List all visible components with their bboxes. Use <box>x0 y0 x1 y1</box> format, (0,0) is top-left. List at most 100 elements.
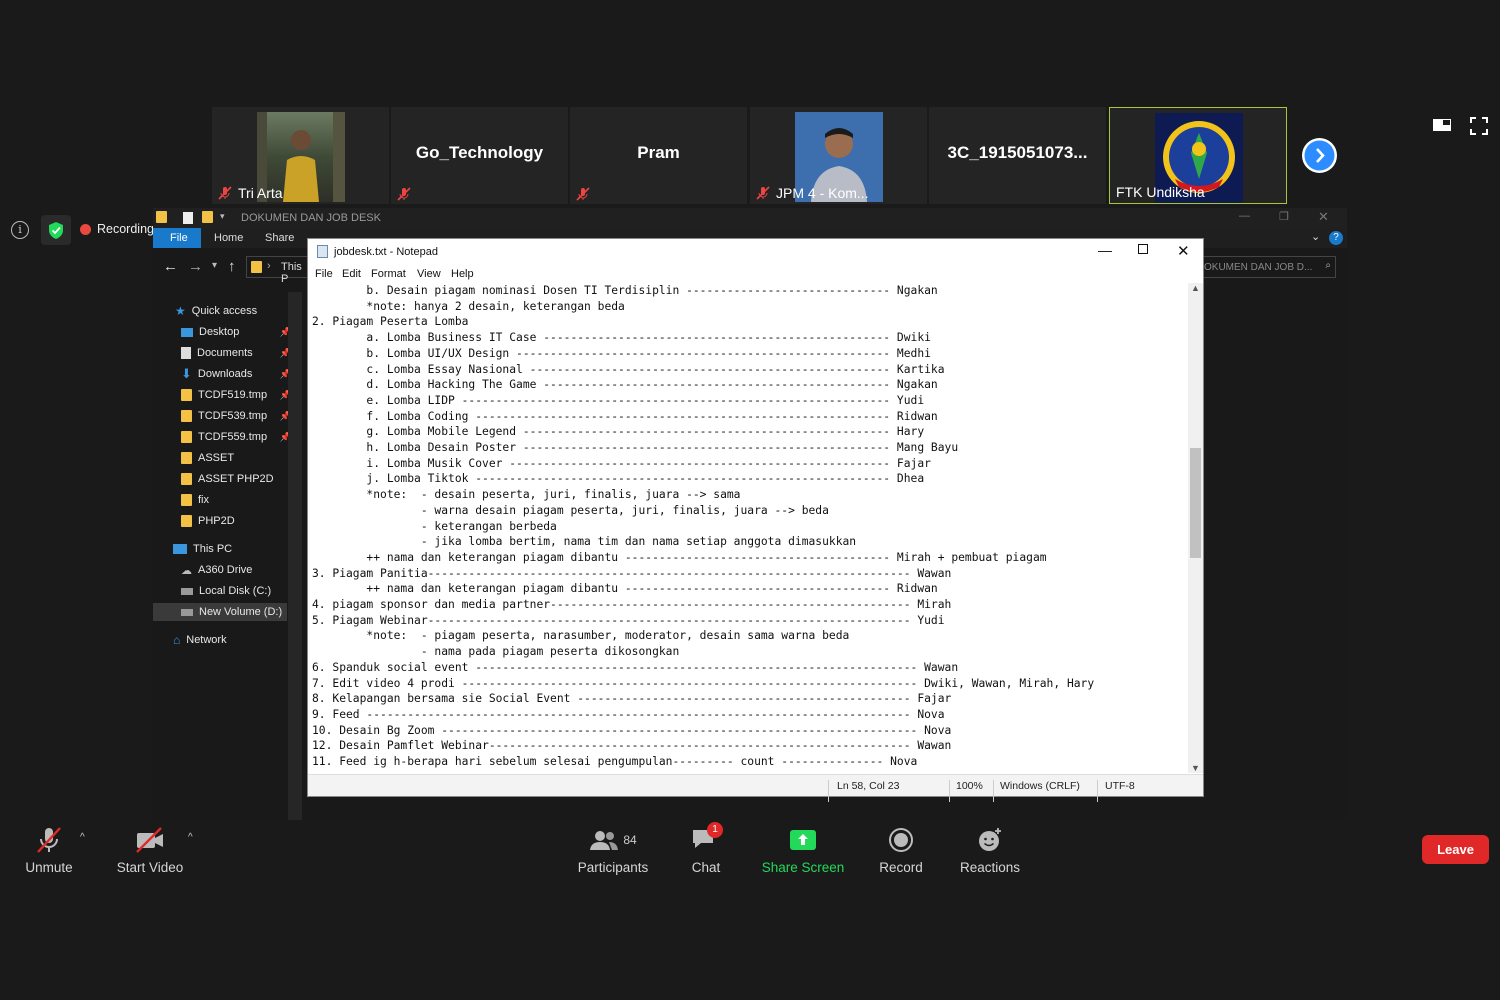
gallery-view-icon[interactable] <box>1432 117 1452 133</box>
start-video-button[interactable]: Start Video <box>112 826 188 875</box>
participant-name <box>576 187 590 201</box>
nav-item[interactable]: PHP2D <box>181 512 293 530</box>
back-arrow-icon[interactable]: ← <box>163 258 178 275</box>
text-line: - nama pada piagam peserta dikosongkan <box>312 645 680 659</box>
next-page-button[interactable] <box>1302 138 1337 173</box>
network-icon: ⌂ <box>173 633 181 647</box>
scroll-down-icon[interactable]: ▼ <box>1191 763 1200 773</box>
share-screen-icon <box>790 830 816 850</box>
reactions-icon <box>979 828 1001 851</box>
nav-item[interactable]: fix <box>181 491 293 509</box>
audio-options-caret-icon[interactable]: ^ <box>80 832 85 843</box>
ribbon-expand-icon[interactable]: ⌄ <box>1311 230 1320 243</box>
nav-item[interactable]: TCDF559.tmp 📌 <box>181 428 293 446</box>
forward-arrow-icon[interactable]: → <box>188 258 203 275</box>
address-bar[interactable]: › This P <box>246 256 308 285</box>
notepad-text-area[interactable]: b. Desain piagam nominasi Dosen TI Terdi… <box>312 283 1188 773</box>
close-button[interactable]: ✕ <box>1177 242 1190 260</box>
vertical-scrollbar[interactable]: ▲ ▼ <box>1188 283 1203 773</box>
nav-drive[interactable]: ☁ A360 Drive <box>181 561 293 579</box>
muted-mic-icon <box>218 186 232 200</box>
chat-badge: 1 <box>707 822 723 838</box>
participant-name-large: 3C_1915051073... <box>947 143 1088 162</box>
share-screen-button[interactable]: Share Screen <box>762 826 844 875</box>
text-line: *note: - piagam peserta, narasumber, mod… <box>312 629 850 643</box>
participant-name: JPM 4 - Kom... <box>756 185 869 201</box>
minimize-icon[interactable]: — <box>1239 210 1250 222</box>
nav-item[interactable]: ⬇ Downloads 📌 <box>181 365 293 383</box>
nav-item[interactable]: ASSET <box>181 449 293 467</box>
nav-drive-selected[interactable]: New Volume (D:) <box>153 603 287 621</box>
text-line: a. Lomba Business IT Case --------------… <box>312 331 931 345</box>
participant-tile[interactable]: 3C_1915051073... <box>929 107 1106 204</box>
text-line: - warna desain piagam peserta, juri, fin… <box>312 503 829 517</box>
search-box[interactable]: OKUMEN DAN JOB D... ⌕ <box>1203 256 1336 278</box>
muted-mic-icon <box>576 187 590 201</box>
video-options-caret-icon[interactable]: ^ <box>188 832 193 843</box>
text-line: g. Lomba Mobile Legend -----------------… <box>312 425 925 439</box>
participant-name-large: Go_Technology <box>415 143 544 162</box>
text-line: 7. Edit video 4 prodi ------------------… <box>312 676 1095 690</box>
nav-network[interactable]: ⌂ Network <box>173 631 285 649</box>
folder-icon <box>181 515 192 527</box>
text-line: b. Desain piagam nominasi Dosen TI Terdi… <box>312 284 938 297</box>
reactions-button[interactable]: Reactions <box>958 826 1022 875</box>
recording-indicator[interactable]: Recording <box>80 222 154 236</box>
notepad-menubar: File Edit Format View Help <box>308 265 1203 283</box>
text-line: ++ nama dan keterangan piagam dibantu --… <box>312 550 1047 564</box>
meeting-info-icon[interactable]: i <box>11 221 29 239</box>
ribbon-tab-file[interactable]: File <box>153 228 201 248</box>
up-arrow-icon[interactable]: ↑ <box>228 258 236 275</box>
recent-locations-icon[interactable]: ▾ <box>212 260 217 271</box>
chat-button[interactable]: 1 Chat <box>685 822 727 875</box>
ribbon-tab-share[interactable]: Share <box>265 232 294 244</box>
line-ending: Windows (CRLF) <box>1000 780 1080 792</box>
text-line: h. Lomba Desain Poster -----------------… <box>312 441 959 455</box>
nav-item[interactable]: Desktop 📌 <box>181 323 293 341</box>
restore-icon[interactable]: ❐ <box>1279 210 1289 223</box>
participant-tile[interactable]: Go_Technology <box>391 107 568 204</box>
text-line: 11. Feed ig h-berapa hari sebelum selesa… <box>312 755 918 769</box>
participants-button[interactable]: 84 Participants <box>574 826 652 875</box>
nav-item[interactable]: Documents 📌 <box>181 344 293 362</box>
text-line: 12. Desain Pamflet Webinar--------------… <box>312 739 952 753</box>
nav-this-pc[interactable]: This PC <box>173 540 285 558</box>
unmute-button[interactable]: Unmute <box>18 826 80 875</box>
participant-tile-active[interactable]: FTK Undiksha <box>1109 107 1287 204</box>
nav-item[interactable]: TCDF519.tmp 📌 <box>181 386 293 404</box>
folder-icon <box>181 389 192 401</box>
folder-icon <box>156 211 167 223</box>
ribbon-tab-home[interactable]: Home <box>214 232 243 244</box>
text-line: 3. Piagam Panitia-----------------------… <box>312 566 952 580</box>
menu-file[interactable]: File <box>315 268 333 280</box>
participants-icon <box>590 831 619 850</box>
menu-format[interactable]: Format <box>371 268 406 280</box>
text-line: i. Lomba Musik Cover -------------------… <box>312 456 931 470</box>
menu-edit[interactable]: Edit <box>342 268 361 280</box>
nav-quick-access[interactable]: ★ Quick access <box>175 302 287 320</box>
close-icon[interactable]: ✕ <box>1318 209 1329 225</box>
menu-help[interactable]: Help <box>451 268 474 280</box>
leave-button[interactable]: Leave <box>1422 835 1489 864</box>
menu-view[interactable]: View <box>417 268 441 280</box>
folder-icon <box>181 494 192 506</box>
scrollbar-thumb[interactable] <box>1190 448 1201 558</box>
nav-drive[interactable]: Local Disk (C:) <box>181 582 293 600</box>
record-button[interactable]: Record <box>876 826 926 875</box>
fullscreen-icon[interactable] <box>1470 117 1488 135</box>
scroll-up-icon[interactable]: ▲ <box>1191 283 1200 293</box>
minimize-button[interactable]: — <box>1098 242 1112 258</box>
quick-access-toolbar-caret[interactable]: ▾ <box>220 211 225 222</box>
help-icon[interactable]: ? <box>1329 231 1343 245</box>
participant-tile[interactable]: Tri Arta <box>212 107 389 204</box>
text-line: *note: hanya 2 desain, keterangan beda <box>312 299 625 313</box>
star-icon: ★ <box>175 304 186 318</box>
nav-item[interactable]: ASSET PHP2D <box>181 470 293 488</box>
nav-item[interactable]: TCDF539.tmp 📌 <box>181 407 293 425</box>
text-line: 4. piagam sponsor dan media partner-----… <box>312 598 952 612</box>
encryption-shield-icon[interactable] <box>41 215 71 245</box>
participant-tile[interactable]: Pram <box>570 107 747 204</box>
cloud-drive-icon: ☁ <box>181 564 192 577</box>
maximize-button[interactable] <box>1138 244 1148 254</box>
participant-tile[interactable]: JPM 4 - Kom... <box>750 107 927 204</box>
